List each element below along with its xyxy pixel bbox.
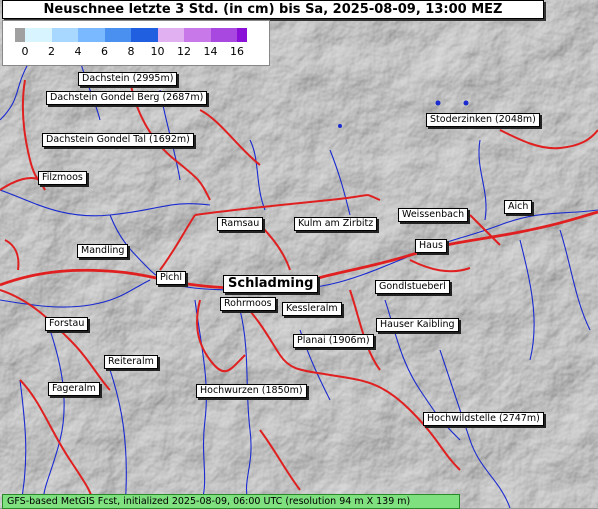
legend-tick-label: 10 [150,45,165,58]
legend-tick-label: 14 [203,45,218,58]
legend-tick-label: 2 [48,45,55,58]
place-label-fageralm[interactable]: Fageralm [48,382,100,396]
place-label-schladming[interactable]: Schladming [223,275,319,293]
place-label-gondlstueberl[interactable]: Gondlstueberl [375,280,450,294]
place-label-mandling[interactable]: Mandling [77,244,129,258]
place-label-reiteralm[interactable]: Reiteralm [104,355,158,369]
place-label-haus[interactable]: Haus [415,239,447,253]
map-title: Neuschnee letzte 3 Std. (in cm) bis Sa, … [2,0,544,19]
place-label-planai[interactable]: Planai (1906m) [293,334,374,348]
place-label-dachstein-gondel-berg[interactable]: Dachstein Gondel Berg (2687m) [46,91,208,105]
place-label-stoderzinken[interactable]: Stoderzinken (2048m) [426,113,540,127]
legend-tick-label: 16 [230,45,244,58]
place-label-pichl[interactable]: Pichl [156,271,187,285]
legend-color-segment [157,28,184,42]
place-label-rohrmoos[interactable]: Rohrmoos [220,297,276,311]
legend-tick-label: 4 [74,45,82,58]
legend-color-segment [131,28,158,42]
place-label-kulm-am-zirbitz[interactable]: Kulm am Zirbitz [294,217,378,231]
place-label-kessleralm[interactable]: Kessleralm [282,302,342,316]
legend-color-segment [237,28,247,42]
place-label-weissenbach[interactable]: Weissenbach [398,208,469,222]
place-label-aich[interactable]: Aich [504,200,533,214]
place-label-forstau[interactable]: Forstau [45,317,89,331]
place-label-hochwurzen[interactable]: Hochwurzen (1850m) [196,384,307,398]
place-label-dachstein[interactable]: Dachstein (2995m) [78,72,178,86]
legend-color-segment [15,28,25,42]
legend-color-segment [51,28,78,42]
legend-color-segment [184,28,211,42]
place-label-ramsau[interactable]: Ramsau [217,217,264,231]
legend-tick-label: 6 [101,45,108,58]
place-label-hochwildstelle[interactable]: Hochwildstelle (2747m) [423,412,544,426]
legend-color-segment [25,28,52,42]
place-label-filzmoos[interactable]: Filzmoos [38,171,87,185]
legend-color-segment [210,28,237,42]
legend-color-segment [78,28,105,42]
place-label-dachstein-gondel-tal[interactable]: Dachstein Gondel Tal (1692m) [42,133,194,147]
snow-legend: 0 2 4 6 8 10 12 14 16 [2,20,270,66]
legend-color-segment [104,28,131,42]
legend-tick-label: 8 [127,45,135,58]
legend-tick-label: 12 [177,45,191,58]
forecast-footer: GFS-based MetGIS Fcst, initialized 2025-… [2,494,460,509]
place-label-hauser-kaibling[interactable]: Hauser Kaibling [376,318,459,332]
legend-colorbar [15,28,247,42]
legend-tick-label: 0 [21,45,29,58]
